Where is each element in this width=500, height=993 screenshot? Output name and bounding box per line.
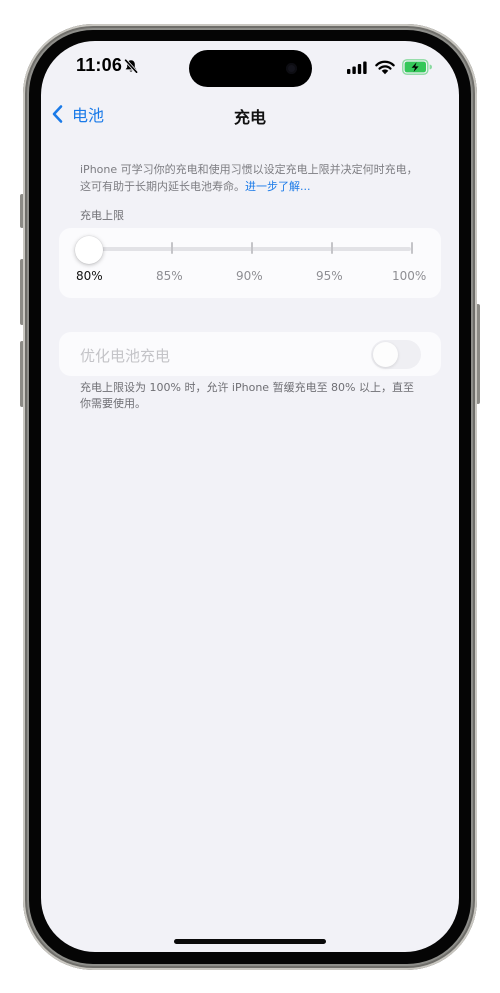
home-indicator[interactable] <box>174 939 326 944</box>
slider-tick <box>251 242 253 254</box>
cellular-signal-icon <box>347 61 367 74</box>
slider-tick <box>411 242 413 254</box>
slider-option-95[interactable]: 95% <box>316 269 343 283</box>
screen: 11:06 电池 充电 iPhone 可学习你的充电和使用习惯以设定充电上限并决… <box>41 41 459 952</box>
slider-option-100[interactable]: 100% <box>392 269 426 283</box>
slider-option-80[interactable]: 80% <box>76 269 103 283</box>
learn-more-link[interactable]: 进一步了解... <box>245 180 311 193</box>
status-time: 11:06 <box>76 55 123 75</box>
slider-tick <box>331 242 333 254</box>
section-header-charge-limit: 充电上限 <box>80 209 124 222</box>
wifi-icon <box>375 60 395 75</box>
battery-charging-icon <box>402 59 432 75</box>
slider-option-90[interactable]: 90% <box>236 269 263 283</box>
optimized-charging-row: 优化电池充电 <box>59 332 441 376</box>
optimized-charging-label: 优化电池充电 <box>80 347 171 365</box>
camera-lens-icon <box>286 63 297 74</box>
description-text: iPhone 可学习你的充电和使用习惯以设定充电上限并决定何时充电，这可有助于长… <box>80 161 420 195</box>
toggle-knob <box>373 342 398 367</box>
slider-thumb[interactable] <box>75 236 103 264</box>
optimized-charging-toggle[interactable] <box>371 340 421 369</box>
charge-limit-card: 80% 85% 90% 95% 100% <box>59 228 441 298</box>
slider-tick <box>171 242 173 254</box>
bell-slash-icon <box>124 58 139 74</box>
slider-option-85[interactable]: 85% <box>156 269 183 283</box>
dynamic-island <box>189 50 312 87</box>
footer-note: 充电上限设为 100% 时，允许 iPhone 暂缓充电至 80% 以上，直至你… <box>80 381 415 410</box>
page-title: 充电 <box>233 108 266 127</box>
